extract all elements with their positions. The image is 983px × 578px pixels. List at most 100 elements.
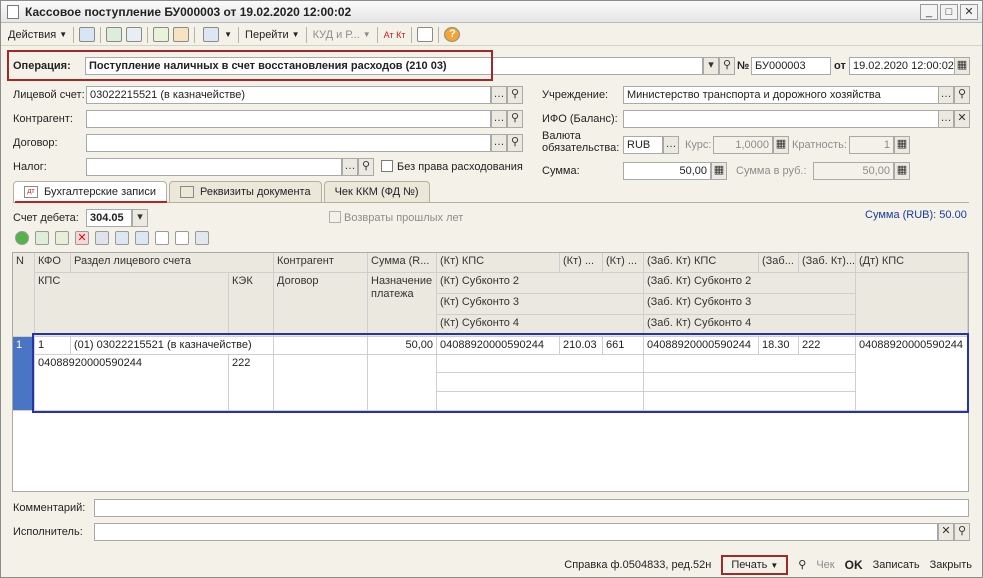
post-icon[interactable] — [79, 27, 96, 42]
clear-icon[interactable]: ✕ — [938, 523, 954, 541]
post-document-icon[interactable] — [153, 27, 170, 42]
save-button[interactable]: Записать — [873, 559, 920, 571]
copy-row-icon[interactable] — [35, 231, 49, 245]
header-zab-sub2: (Заб. Кт) Субконто 2 — [644, 273, 856, 294]
header-dt-kps: (Дт) КПС — [856, 253, 968, 273]
header-purpose: Назначение платежа — [368, 273, 437, 337]
ifo-label: ИФО (Баланс): — [542, 113, 618, 125]
print-button[interactable]: Печать ▼ — [721, 554, 789, 575]
calculator-icon[interactable]: ▦ — [894, 136, 910, 154]
at-kt-button[interactable]: Ат Кт — [381, 25, 409, 45]
sort-desc-icon[interactable] — [175, 231, 189, 245]
returns-checkbox[interactable] — [329, 211, 341, 223]
kud-menu[interactable]: КУД и Р... ▼ — [310, 25, 374, 45]
search-icon[interactable]: ⚲ — [507, 134, 523, 152]
executor-field[interactable] — [94, 523, 938, 541]
calculator-icon[interactable]: ▦ — [894, 162, 910, 180]
contract-field[interactable] — [86, 134, 491, 152]
header-dt-blank — [856, 273, 968, 337]
select-button[interactable]: … — [342, 158, 358, 176]
sum-field[interactable]: 50,00 — [623, 162, 711, 180]
refresh-icon[interactable] — [106, 27, 123, 42]
rate-field[interactable]: 1,0000 — [713, 136, 773, 154]
copy-icon[interactable] — [126, 27, 143, 42]
select-button[interactable]: … — [938, 110, 954, 128]
separator — [100, 26, 102, 43]
maximize-button[interactable]: □ — [940, 4, 958, 20]
goto-menu[interactable]: Перейти ▼ — [242, 25, 303, 45]
edit-icon[interactable] — [55, 231, 69, 245]
sum-rub-field[interactable]: 50,00 — [813, 162, 894, 180]
separator — [305, 26, 307, 43]
end-edit-icon[interactable] — [95, 231, 109, 245]
select-button[interactable]: … — [663, 136, 679, 154]
counterparty-field[interactable] — [86, 110, 491, 128]
currency-field[interactable]: RUB — [623, 136, 663, 154]
header-kfo: КФО — [35, 253, 71, 273]
window-controls: _ □ ✕ — [920, 4, 978, 20]
no-rights-checkbox[interactable] — [381, 160, 393, 172]
tab-accounting-entries[interactable]: дт Бухгалтерские записи — [13, 181, 167, 202]
clear-icon[interactable]: ✕ — [954, 110, 970, 128]
search-icon[interactable]: ⚲ — [719, 57, 735, 75]
header-kt-sub2: (Кт) Субконто 2 — [437, 273, 644, 294]
add-icon[interactable] — [15, 231, 29, 245]
help-icon[interactable]: ? — [444, 27, 461, 42]
check-button[interactable]: Чек — [816, 559, 834, 571]
delete-icon[interactable]: ✕ — [75, 231, 89, 245]
report-icon[interactable] — [417, 27, 434, 42]
tab-kkm-receipt[interactable]: Чек ККМ (ФД №) — [323, 181, 430, 202]
account-field[interactable]: 03022215521 (в казначействе) — [86, 86, 491, 104]
window-title: Кассовое поступление БУ000003 от 19.02.2… — [25, 4, 352, 19]
search-icon[interactable]: ⚲ — [507, 110, 523, 128]
dropdown-icon[interactable]: ▾ — [132, 209, 148, 227]
minimize-button[interactable]: _ — [920, 4, 938, 20]
dropdown-icon[interactable]: ▾ — [703, 57, 719, 75]
settings-icon[interactable] — [195, 231, 209, 245]
separator — [147, 26, 149, 43]
search-icon[interactable]: ⚲ — [954, 86, 970, 104]
active-tab-marker — [15, 201, 167, 203]
toolbar: Действия ▼ ▼ Перейти ▼ КУД и Р... ▼ Ат Кт ? — [1, 24, 982, 46]
no-rights-label: Без права расходования — [397, 161, 523, 173]
number-field[interactable]: БУ000003 — [751, 57, 831, 75]
grid-toolbar: ✕ — [15, 231, 209, 245]
reference-link[interactable]: Справка ф.0504833, ред.52н — [564, 559, 711, 571]
close-window-button[interactable]: Закрыть — [930, 559, 972, 571]
select-button[interactable]: … — [491, 110, 507, 128]
select-button[interactable]: … — [491, 134, 507, 152]
search-icon[interactable]: ⚲ — [358, 158, 374, 176]
debit-account-field[interactable]: 304.05 — [86, 209, 132, 227]
date-label: от — [834, 60, 846, 72]
sort-asc-icon[interactable] — [155, 231, 169, 245]
preview-icon[interactable]: ⚲ — [798, 558, 806, 571]
ok-button[interactable]: OK — [845, 558, 863, 572]
header-n: N — [13, 253, 35, 337]
search-icon[interactable]: ⚲ — [954, 523, 970, 541]
search-icon[interactable]: ⚲ — [507, 86, 523, 104]
actions-menu[interactable]: Действия ▼ — [5, 25, 70, 45]
separator — [411, 26, 413, 43]
sum-rub-total: Сумма (RUB): 50.00 — [865, 209, 967, 221]
tax-field[interactable] — [86, 158, 342, 176]
move-up-icon[interactable] — [115, 231, 129, 245]
date-field[interactable]: 19.02.2020 12:00:02 — [849, 57, 955, 75]
multiplicity-field[interactable]: 1 — [849, 136, 894, 154]
unpost-document-icon[interactable] — [173, 27, 190, 42]
header-sum: Сумма (R... — [368, 253, 437, 273]
calendar-icon[interactable]: ▦ — [954, 57, 970, 75]
separator — [73, 26, 75, 43]
tab-document-details[interactable]: Реквизиты документа — [168, 181, 322, 202]
close-button[interactable]: ✕ — [960, 4, 978, 20]
calculator-icon[interactable]: ▦ — [773, 136, 789, 154]
calculator-icon[interactable]: ▦ — [711, 162, 727, 180]
select-button[interactable]: … — [938, 86, 954, 104]
comment-field[interactable] — [94, 499, 969, 517]
based-on-menu[interactable]: ▼ — [198, 25, 235, 45]
ifo-field[interactable] — [623, 110, 939, 128]
move-down-icon[interactable] — [135, 231, 149, 245]
select-button[interactable]: … — [491, 86, 507, 104]
org-field[interactable]: Министерство транспорта и дорожного хозя… — [623, 86, 939, 104]
header-counterparty: Контрагент — [274, 253, 368, 273]
multiplicity-label: Кратность: — [792, 139, 847, 151]
